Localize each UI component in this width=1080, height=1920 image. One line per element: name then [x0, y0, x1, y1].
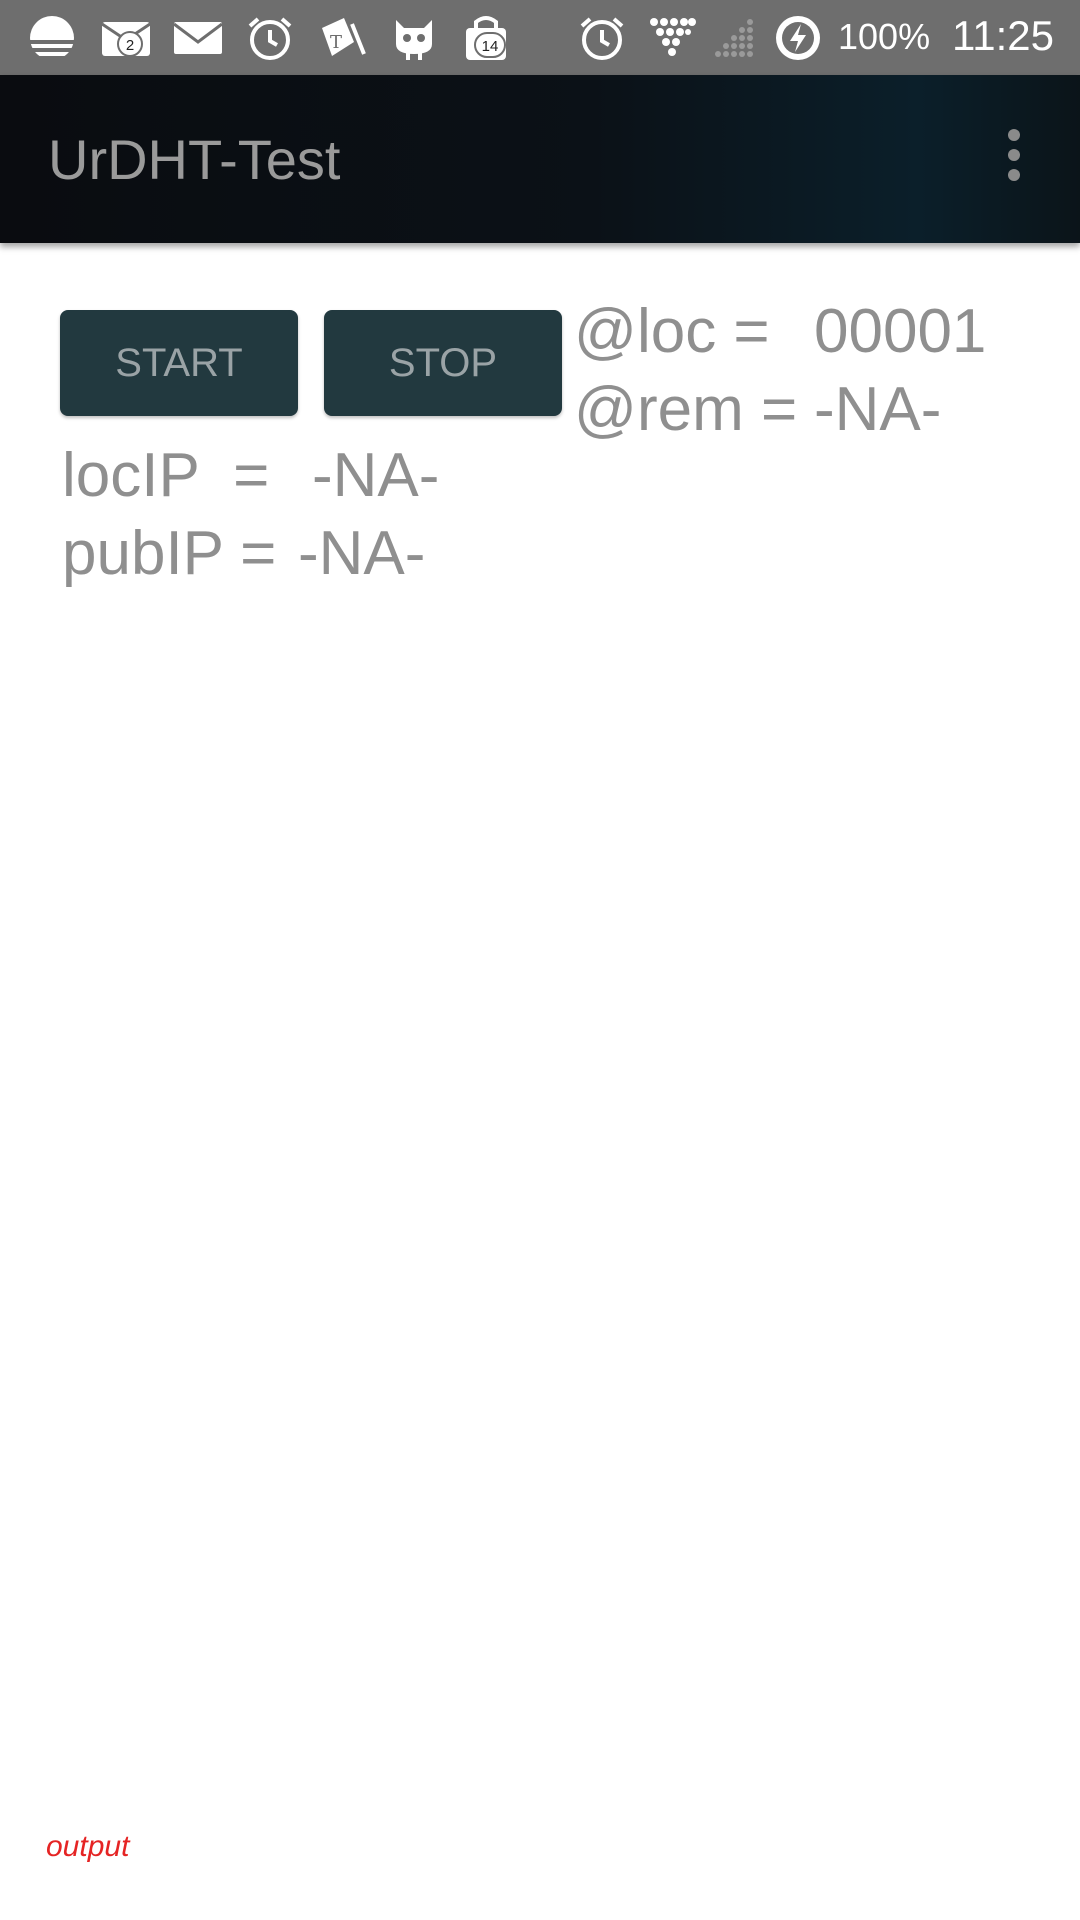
- locip-value: -NA-: [312, 441, 440, 510]
- cell-signal-icon: [706, 14, 758, 62]
- svg-text:T: T: [330, 32, 342, 53]
- wifi-icon: [646, 14, 698, 62]
- pubip-value: -NA-: [298, 519, 426, 588]
- pubip-label: pubIP =: [62, 519, 277, 588]
- battery-charging-icon: [772, 14, 824, 62]
- status-bar: 2 T 14 100% 11:25: [0, 0, 1080, 75]
- alarm-clock-icon: [244, 14, 296, 62]
- more-vert-icon[interactable]: [998, 125, 1030, 189]
- app-bar: UrDHT-Test: [0, 75, 1080, 243]
- locip-label: locIP =: [62, 441, 270, 510]
- envelope-icon: [172, 14, 224, 62]
- battery-percent: 100%: [838, 16, 931, 57]
- start-button[interactable]: START: [60, 310, 298, 416]
- alarm-clock-icon: [576, 14, 628, 62]
- telekom-tag-icon: T: [316, 14, 368, 62]
- output-label: output: [46, 1830, 130, 1863]
- stop-button[interactable]: STOP: [324, 310, 562, 416]
- loc-value: 00001: [814, 297, 987, 366]
- bag-badge: 14: [474, 32, 506, 58]
- loc-label: @loc =: [574, 297, 770, 366]
- cyanogen-mascot-icon: [388, 14, 440, 62]
- clock-time: 11:25: [952, 12, 1054, 59]
- mail-badge: 2: [117, 31, 143, 57]
- weather-icon: [26, 14, 78, 62]
- mail-icon: 2: [100, 14, 152, 62]
- shopping-bag-icon: 14: [460, 14, 512, 62]
- app-title: UrDHT-Test: [48, 128, 341, 191]
- rem-label: @rem =: [574, 375, 798, 444]
- rem-value: -NA-: [814, 375, 942, 444]
